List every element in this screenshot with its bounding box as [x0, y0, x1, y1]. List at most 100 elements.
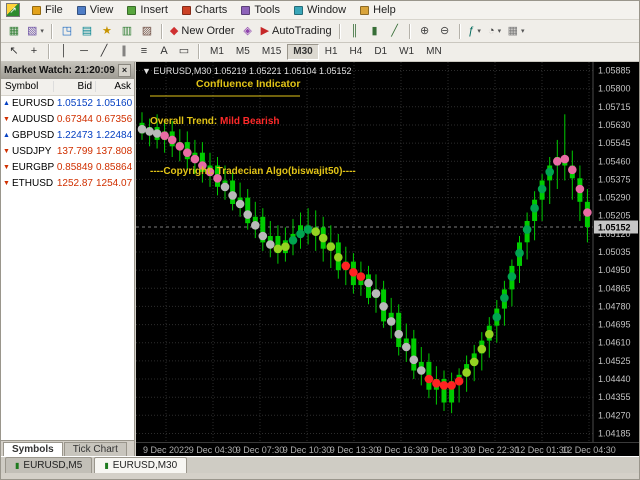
timeframe-w1-button[interactable]: W1 — [393, 44, 420, 60]
cursor-icon: ↖ — [9, 45, 19, 58]
menu-window[interactable]: Window — [287, 2, 353, 18]
fibonacci-icon: ≡ — [140, 45, 148, 58]
app-icon: ↗ — [6, 3, 20, 18]
periods-button[interactable]: ◔ ▾ — [485, 22, 505, 41]
data-window-button[interactable]: ▤ — [77, 22, 97, 41]
autotrading-icon: ▶ — [260, 24, 270, 37]
shapes-button[interactable]: ▭ — [174, 42, 194, 61]
column-symbol[interactable]: Symbol — [1, 81, 54, 93]
toolbar-separator — [338, 23, 341, 39]
zoom-out-button[interactable]: ⊖ — [435, 22, 455, 41]
cursor-button[interactable]: ↖ — [4, 42, 24, 61]
candlestick-chart-icon: ▮ — [15, 461, 20, 471]
timeframe-m15-button[interactable]: M15 — [256, 44, 287, 60]
terminal-button[interactable]: ▥ — [117, 22, 137, 41]
chart-tab-eurusd-m5[interactable]: ▮ EURUSD,M5 — [5, 457, 93, 474]
crosshair-button[interactable]: + — [24, 42, 44, 61]
market-watch-row-audusd[interactable]: ▼ AUDUSD 0.67344 0.67356 — [1, 112, 134, 128]
bar-chart-button[interactable]: ║ — [345, 22, 365, 41]
menu-tools[interactable]: Tools — [234, 2, 287, 18]
autotrading-button[interactable]: ▶ AutoTrading — [258, 22, 335, 41]
navigator-button[interactable]: ★ — [97, 22, 117, 41]
svg-text:1.04695: 1.04695 — [598, 319, 631, 329]
time-axis[interactable]: 9 Dec 2022 9 Dec 04:30 9 Dec 07:30 9 Dec 10… — [136, 441, 639, 456]
toolbar-charts: ↖ + │ ─ ╱ ∥ ≡ A ▭ M1 M5 M15 M30 H1 H4 D1 W1 MN — [1, 42, 639, 62]
timeframe-d1-button[interactable]: D1 — [368, 44, 393, 60]
menu-charts[interactable]: Charts — [175, 2, 234, 18]
trendline-button[interactable]: ╱ — [94, 42, 114, 61]
market-watch-row-eurusd[interactable]: ▲ EURUSD 1.05152 1.05160 — [1, 96, 134, 112]
help-menu-icon — [360, 5, 370, 15]
svg-text:1.05630: 1.05630 — [598, 120, 631, 130]
timeframe-m5-button[interactable]: M5 — [230, 44, 256, 60]
menu-label: Charts — [194, 4, 228, 17]
file-menu-icon — [32, 5, 41, 15]
bid-value: 137.799 — [56, 146, 93, 158]
bar-chart-icon: ║ — [350, 24, 359, 37]
svg-text:1.04185: 1.04185 — [598, 428, 631, 438]
toolbar-separator — [160, 23, 163, 39]
market-watch-row-ethusd[interactable]: ▼ ETHUSD 1252.87 1254.07 — [1, 176, 134, 192]
strategy-tester-button[interactable]: ▨ — [137, 22, 157, 41]
metaeditor-button[interactable]: ◈ — [238, 22, 258, 41]
menu-label: Insert — [140, 4, 168, 17]
column-ask[interactable]: Ask — [96, 81, 134, 92]
profiles-button[interactable]: ▧ ▾ — [24, 22, 47, 41]
chart-tab-label: EURUSD,M30 — [112, 460, 178, 472]
market-watch-row-gbpusd[interactable]: ▲ GBPUSD 1.22473 1.22484 — [1, 128, 134, 144]
zoom-in-button[interactable]: ⊕ — [415, 22, 435, 41]
profiles-icon: ▧ — [27, 24, 38, 37]
menu-view[interactable]: View — [70, 2, 121, 18]
new-chart-button[interactable]: ▦ — [4, 22, 24, 41]
text-icon: A — [160, 45, 168, 58]
timeframe-h4-button[interactable]: H4 — [344, 44, 369, 60]
timeframe-h1-button[interactable]: H1 — [319, 44, 344, 60]
svg-text:1.04950: 1.04950 — [598, 265, 631, 275]
horizontal-line-button[interactable]: ─ — [74, 42, 94, 61]
time-axis-label: 9 Dec 04:30 — [188, 444, 238, 455]
close-icon[interactable]: × — [118, 63, 131, 77]
menu-insert[interactable]: Insert — [120, 2, 175, 18]
templates-button[interactable]: ▦ ▾ — [505, 22, 528, 41]
menu-label: Tools — [254, 4, 280, 17]
symbol-name: EURUSD — [11, 98, 55, 110]
market-watch-row-usdjpy[interactable]: ▼ USDJPY 137.799 137.808 — [1, 144, 134, 160]
new-order-button[interactable]: ◆ New Order — [167, 22, 238, 41]
channel-button[interactable]: ∥ — [114, 42, 134, 61]
timeframe-m1-button[interactable]: M1 — [204, 44, 230, 60]
line-chart-button[interactable]: ╱ — [385, 22, 405, 41]
tab-symbols[interactable]: Symbols — [3, 441, 63, 456]
indicators-button[interactable]: ƒ ▾ — [465, 22, 485, 41]
bid-value: 1252.87 — [56, 178, 93, 190]
price-axis[interactable]: 1.05885 1.05800 1.05715 1.05630 1.05545 1.054… — [598, 65, 631, 438]
menu-label: View — [89, 4, 114, 17]
tab-tick-chart[interactable]: Tick Chart — [63, 441, 127, 456]
chart-canvas[interactable]: 1.05885 1.05800 1.05715 1.05630 1.05545 1.054… — [136, 61, 639, 442]
timeframe-m30-button[interactable]: M30 — [287, 43, 319, 60]
bid-value: 1.22473 — [56, 130, 93, 142]
market-watch-icon: ◳ — [61, 24, 73, 37]
ask-value: 1.22484 — [96, 130, 133, 142]
menu-file[interactable]: File — [25, 2, 70, 18]
menu-help[interactable]: Help — [353, 2, 403, 18]
chart-tab-strip: ▮ EURUSD,M5 ▮ EURUSD,M30 — [1, 455, 639, 474]
indicators-icon: ƒ — [468, 24, 475, 37]
terminal-icon: ▥ — [121, 24, 133, 37]
svg-text:1.04355: 1.04355 — [598, 392, 631, 402]
chart-ohlc-header: ▼ EURUSD,M30 1.05219 1.05221 1.05104 1.0… — [142, 66, 352, 76]
timeframe-mn-button[interactable]: MN — [420, 44, 448, 60]
market-watch-row-eurgbp[interactable]: ▼ EURGBP 0.85849 0.85864 — [1, 160, 134, 176]
time-axis-label: 9 Dec 07:30 — [235, 444, 285, 455]
fibonacci-button[interactable]: ≡ — [134, 42, 154, 61]
chevron-down-icon: ▾ — [497, 28, 502, 36]
chart-area: 1.05885 1.05800 1.05715 1.05630 1.05545 1.054… — [136, 61, 639, 456]
market-watch-title: Market Watch: 21:20:09 — [4, 64, 115, 76]
column-bid[interactable]: Bid — [54, 81, 96, 93]
candlestick-chart-button[interactable]: ▮ — [365, 22, 385, 41]
text-button[interactable]: A — [154, 42, 174, 61]
new-order-icon: ◆ — [169, 24, 179, 37]
vertical-line-button[interactable]: │ — [54, 42, 74, 61]
chart-tab-eurusd-m30[interactable]: ▮ EURUSD,M30 — [94, 457, 188, 474]
market-watch-button[interactable]: ◳ — [57, 22, 77, 41]
templates-icon: ▦ — [507, 24, 518, 37]
